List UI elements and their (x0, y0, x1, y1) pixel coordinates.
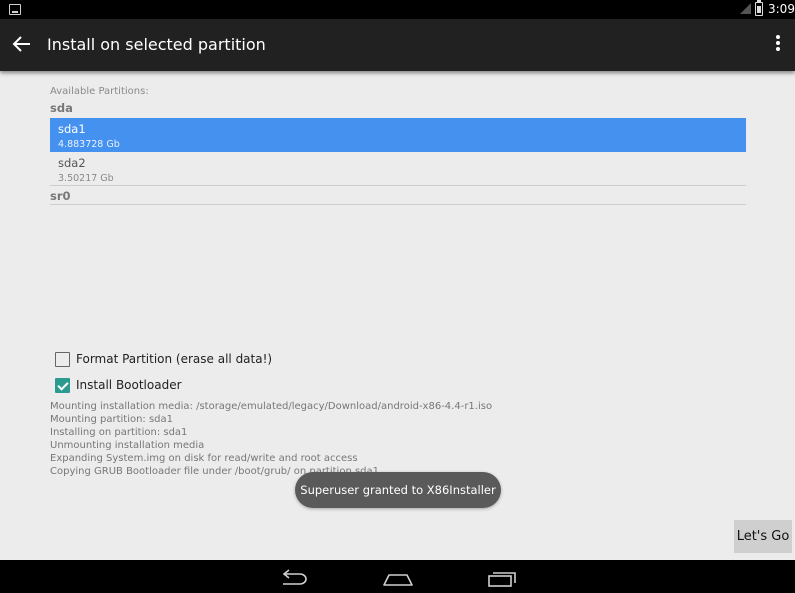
log-line: Mounting installation media: /storage/em… (50, 401, 493, 412)
lets-go-button[interactable]: Let's Go (734, 520, 792, 553)
navigation-bar (0, 560, 795, 593)
install-bootloader-checkbox[interactable] (55, 378, 70, 393)
partition-name: sda1 (58, 122, 86, 136)
page-title: Install on selected partition (47, 35, 266, 54)
recent-apps-nav-icon[interactable] (485, 568, 519, 588)
partition-size: 3.50217 Gb (58, 173, 114, 184)
log-line: Installing on partition: sda1 (50, 427, 188, 438)
toast-message: Superuser granted to X86Installer (295, 472, 501, 508)
signal-icon (740, 3, 751, 14)
available-partitions-label: Available Partitions: (50, 86, 149, 97)
status-time: 3:09 (768, 2, 795, 16)
log-line: Unmounting installation media (50, 440, 205, 451)
log-line: Expanding System.img on disk for read/wr… (50, 453, 358, 464)
install-bootloader-label: Install Bootloader (76, 378, 182, 392)
divider (50, 204, 746, 205)
notification-icon (9, 4, 21, 15)
status-bar: 3:09 (0, 0, 795, 19)
log-line: Mounting partition: sda1 (50, 414, 174, 425)
partition-name: sda2 (58, 156, 86, 170)
disk-label-sr0: sr0 (50, 189, 71, 203)
back-nav-icon[interactable] (277, 568, 311, 588)
disk-label-sda: sda (50, 101, 73, 115)
partition-size: 4.883728 Gb (58, 139, 120, 150)
format-partition-checkbox[interactable] (55, 352, 70, 367)
partition-item-sda2[interactable]: sda2 3.50217 Gb (50, 152, 746, 186)
format-partition-label: Format Partition (erase all data!) (76, 352, 273, 366)
back-arrow-icon[interactable] (11, 33, 33, 55)
battery-icon (755, 0, 763, 16)
partition-item-sda1[interactable]: sda1 4.883728 Gb (50, 118, 746, 152)
home-nav-icon[interactable] (381, 568, 415, 588)
app-bar: Install on selected partition (0, 19, 795, 71)
divider (50, 185, 746, 186)
overflow-menu-icon[interactable] (770, 35, 786, 55)
